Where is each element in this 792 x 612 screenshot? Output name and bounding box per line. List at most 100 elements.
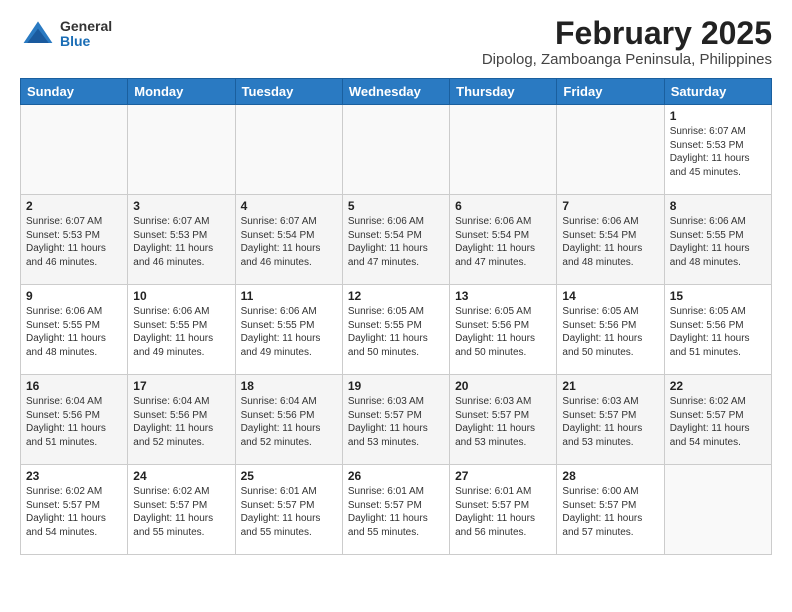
day-cell: 2 Sunrise: 6:07 AMSunset: 5:53 PMDaylight… (21, 195, 128, 285)
day-info: Sunrise: 6:02 AMSunset: 5:57 PMDaylight:… (26, 485, 122, 539)
day-number: 5 (348, 199, 444, 213)
day-number: 14 (562, 289, 658, 303)
day-cell: 24Sunrise: 6:02 AMSunset: 5:57 PMDayligh… (128, 465, 235, 555)
day-cell: 12 Sunrise: 6:05 AMSunset: 5:55 PMDayligh… (342, 285, 449, 375)
day-info: Sunrise: 6:01 AMSunset: 5:57 PMDaylight:… (348, 485, 444, 539)
day-number: 4 (241, 199, 337, 213)
col-header-tuesday: Tuesday (235, 79, 342, 105)
day-cell (235, 105, 342, 195)
calendar-header-row: SundayMondayTuesdayWednesdayThursdayFrid… (21, 79, 772, 105)
day-info: Sunrise: 6:06 AMSunset: 5:55 PMDaylight:… (241, 305, 337, 359)
week-row-5: 23 Sunrise: 6:02 AMSunset: 5:57 PMDayligh… (21, 465, 772, 555)
day-info: Sunrise: 6:02 AMSunset: 5:57 PMDaylight:… (670, 395, 766, 449)
day-number: 3 (133, 199, 229, 213)
day-cell: 26 Sunrise: 6:01 AMSunset: 5:57 PMDayligh… (342, 465, 449, 555)
day-number: 16 (26, 379, 122, 393)
day-cell: 28 Sunrise: 6:00 AMSunset: 5:57 PMDayligh… (557, 465, 664, 555)
day-cell: 25 Sunrise: 6:01 AMSunset: 5:57 PMDayligh… (235, 465, 342, 555)
day-info: Sunrise: 6:04 AMSunset: 5:56 PMDaylight:… (26, 395, 122, 449)
day-info: Sunrise: 6:06 AMSunset: 5:55 PMDaylight:… (133, 305, 229, 359)
day-info: Sunrise: 6:00 AMSunset: 5:57 PMDaylight:… (562, 485, 658, 539)
day-number: 2 (26, 199, 122, 213)
day-cell: 6Sunrise: 6:06 AMSunset: 5:54 PMDaylight… (450, 195, 557, 285)
day-info: Sunrise: 6:01 AMSunset: 5:57 PMDaylight:… (241, 485, 337, 539)
day-cell (664, 465, 771, 555)
day-cell: 5 Sunrise: 6:06 AMSunset: 5:54 PMDaylight… (342, 195, 449, 285)
day-cell: 20 Sunrise: 6:03 AMSunset: 5:57 PMDayligh… (450, 375, 557, 465)
day-number: 27 (455, 469, 551, 483)
logo-blue: Blue (60, 34, 112, 49)
day-cell: 17Sunrise: 6:04 AMSunset: 5:56 PMDayligh… (128, 375, 235, 465)
day-cell: 10Sunrise: 6:06 AMSunset: 5:55 PMDayligh… (128, 285, 235, 375)
calendar-table: SundayMondayTuesdayWednesdayThursdayFrid… (20, 78, 772, 555)
day-cell: 13 Sunrise: 6:05 AMSunset: 5:56 PMDayligh… (450, 285, 557, 375)
day-cell (557, 105, 664, 195)
day-info: Sunrise: 6:07 AMSunset: 5:54 PMDaylight:… (241, 215, 337, 269)
day-cell: 11 Sunrise: 6:06 AMSunset: 5:55 PMDayligh… (235, 285, 342, 375)
day-number: 9 (26, 289, 122, 303)
day-cell: 8 Sunrise: 6:06 AMSunset: 5:55 PMDaylight… (664, 195, 771, 285)
day-cell (128, 105, 235, 195)
day-number: 28 (562, 469, 658, 483)
calendar-subtitle: Dipolog, Zamboanga Peninsula, Philippine… (482, 51, 772, 68)
header: General Blue February 2025 Dipolog, Zamb… (20, 16, 772, 68)
logo-text: General Blue (60, 19, 112, 50)
day-info: Sunrise: 6:06 AMSunset: 5:54 PMDaylight:… (562, 215, 658, 269)
day-number: 26 (348, 469, 444, 483)
day-number: 19 (348, 379, 444, 393)
col-header-saturday: Saturday (664, 79, 771, 105)
day-cell: 16 Sunrise: 6:04 AMSunset: 5:56 PMDayligh… (21, 375, 128, 465)
day-number: 12 (348, 289, 444, 303)
week-row-3: 9 Sunrise: 6:06 AMSunset: 5:55 PMDaylight… (21, 285, 772, 375)
day-number: 18 (241, 379, 337, 393)
day-info: Sunrise: 6:03 AMSunset: 5:57 PMDaylight:… (455, 395, 551, 449)
day-cell: 4 Sunrise: 6:07 AMSunset: 5:54 PMDaylight… (235, 195, 342, 285)
day-info: Sunrise: 6:06 AMSunset: 5:55 PMDaylight:… (670, 215, 766, 269)
day-number: 15 (670, 289, 766, 303)
day-cell: 7 Sunrise: 6:06 AMSunset: 5:54 PMDaylight… (557, 195, 664, 285)
day-info: Sunrise: 6:04 AMSunset: 5:56 PMDaylight:… (241, 395, 337, 449)
day-number: 22 (670, 379, 766, 393)
day-number: 7 (562, 199, 658, 213)
day-cell: 1 Sunrise: 6:07 AMSunset: 5:53 PMDaylight… (664, 105, 771, 195)
day-cell: 27 Sunrise: 6:01 AMSunset: 5:57 PMDayligh… (450, 465, 557, 555)
day-cell (450, 105, 557, 195)
day-info: Sunrise: 6:05 AMSunset: 5:56 PMDaylight:… (670, 305, 766, 359)
col-header-wednesday: Wednesday (342, 79, 449, 105)
day-info: Sunrise: 6:03 AMSunset: 5:57 PMDaylight:… (348, 395, 444, 449)
day-number: 11 (241, 289, 337, 303)
week-row-4: 16 Sunrise: 6:04 AMSunset: 5:56 PMDayligh… (21, 375, 772, 465)
day-number: 20 (455, 379, 551, 393)
title-area: February 2025 Dipolog, Zamboanga Peninsu… (482, 16, 772, 68)
logo-icon (20, 16, 56, 52)
day-info: Sunrise: 6:05 AMSunset: 5:55 PMDaylight:… (348, 305, 444, 359)
col-header-sunday: Sunday (21, 79, 128, 105)
day-cell (342, 105, 449, 195)
day-info: Sunrise: 6:07 AMSunset: 5:53 PMDaylight:… (670, 125, 766, 179)
day-cell: 21 Sunrise: 6:03 AMSunset: 5:57 PMDayligh… (557, 375, 664, 465)
day-info: Sunrise: 6:01 AMSunset: 5:57 PMDaylight:… (455, 485, 551, 539)
day-info: Sunrise: 6:02 AMSunset: 5:57 PMDaylight:… (133, 485, 229, 539)
day-info: Sunrise: 6:04 AMSunset: 5:56 PMDaylight:… (133, 395, 229, 449)
day-cell: 23 Sunrise: 6:02 AMSunset: 5:57 PMDayligh… (21, 465, 128, 555)
calendar-title: February 2025 (482, 16, 772, 51)
day-info: Sunrise: 6:06 AMSunset: 5:54 PMDaylight:… (455, 215, 551, 269)
day-number: 8 (670, 199, 766, 213)
day-cell: 9 Sunrise: 6:06 AMSunset: 5:55 PMDaylight… (21, 285, 128, 375)
day-info: Sunrise: 6:07 AMSunset: 5:53 PMDaylight:… (26, 215, 122, 269)
day-info: Sunrise: 6:06 AMSunset: 5:55 PMDaylight:… (26, 305, 122, 359)
day-cell: 3 Sunrise: 6:07 AMSunset: 5:53 PMDaylight… (128, 195, 235, 285)
day-info: Sunrise: 6:03 AMSunset: 5:57 PMDaylight:… (562, 395, 658, 449)
day-info: Sunrise: 6:07 AMSunset: 5:53 PMDaylight:… (133, 215, 229, 269)
day-cell: 15 Sunrise: 6:05 AMSunset: 5:56 PMDayligh… (664, 285, 771, 375)
week-row-2: 2 Sunrise: 6:07 AMSunset: 5:53 PMDaylight… (21, 195, 772, 285)
day-info: Sunrise: 6:06 AMSunset: 5:54 PMDaylight:… (348, 215, 444, 269)
day-number: 1 (670, 109, 766, 123)
day-info: Sunrise: 6:05 AMSunset: 5:56 PMDaylight:… (455, 305, 551, 359)
day-number: 21 (562, 379, 658, 393)
day-number: 23 (26, 469, 122, 483)
day-number: 25 (241, 469, 337, 483)
day-number: 13 (455, 289, 551, 303)
day-cell: 22 Sunrise: 6:02 AMSunset: 5:57 PMDayligh… (664, 375, 771, 465)
week-row-1: 1 Sunrise: 6:07 AMSunset: 5:53 PMDaylight… (21, 105, 772, 195)
